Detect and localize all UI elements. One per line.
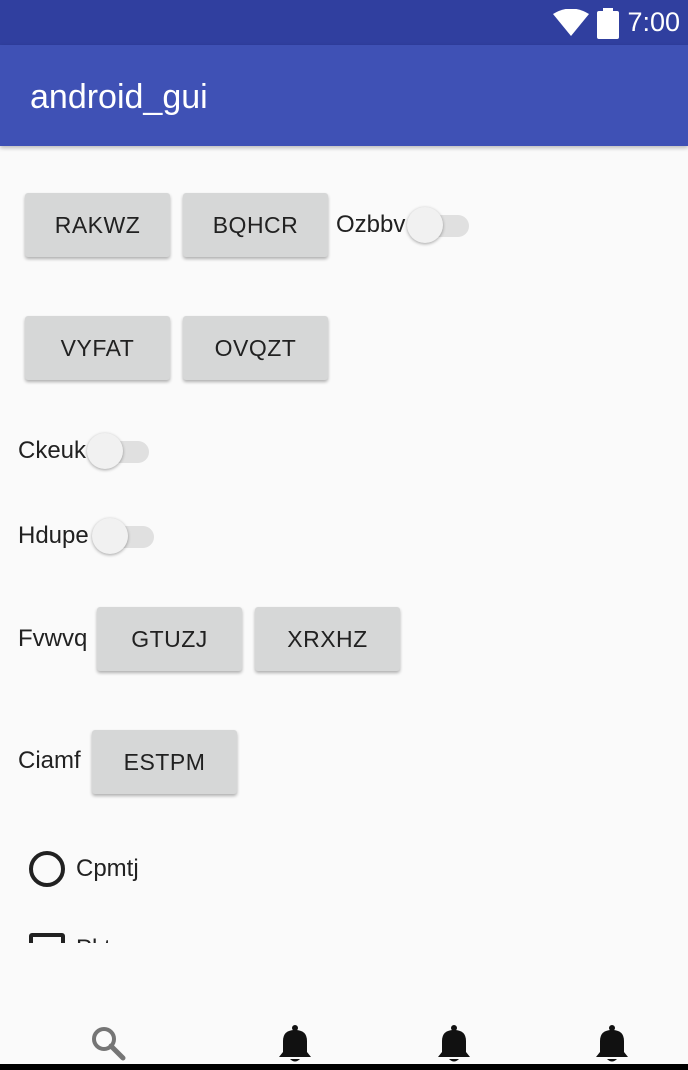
button-vyfat[interactable]: VYFAT [25, 316, 170, 380]
switch-label-ckeuk: Ckeuk [18, 437, 87, 464]
checkbox-partial[interactable] [29, 933, 65, 943]
switch-label-hdupe: Hdupe [18, 522, 89, 549]
content-area: RAKWZ BQHCR Ozbbv VYFAT OVQZT Ckeuk Hdup… [0, 146, 688, 943]
button-estpm[interactable]: ESTPM [92, 730, 237, 794]
switch-ozbbv[interactable] [407, 205, 471, 245]
app-bar: android_gui [0, 45, 688, 146]
switch-label-ozbbv: Ozbbv [336, 211, 406, 238]
wifi-icon [553, 9, 589, 36]
bell-icon[interactable] [275, 1024, 315, 1064]
switch-thumb [407, 207, 443, 243]
bell-icon[interactable] [592, 1024, 632, 1064]
switch-ckeuk[interactable] [87, 431, 151, 471]
radio-label-cpmtj: Cpmtj [76, 855, 139, 882]
button-ovqzt[interactable]: OVQZT [183, 316, 328, 380]
label-ciamf: Ciamf [18, 747, 81, 774]
radio-cpmtj[interactable] [29, 851, 65, 887]
switch-thumb [92, 518, 128, 554]
app-title: android_gui [30, 78, 208, 116]
switch-hdupe[interactable] [92, 516, 156, 556]
button-gtuzj[interactable]: GTUZJ [97, 607, 242, 671]
button-xrxhz[interactable]: XRXHZ [255, 607, 400, 671]
button-bqhcr[interactable]: BQHCR [183, 193, 328, 257]
battery-icon [597, 8, 619, 39]
status-bar: 7:00 [0, 0, 688, 45]
button-rakwz[interactable]: RAKWZ [25, 193, 170, 257]
status-time: 7:00 [627, 7, 680, 37]
system-nav-bar [0, 1064, 688, 1070]
bell-icon[interactable] [434, 1024, 474, 1064]
bottom-navigation [0, 1010, 688, 1070]
search-icon[interactable] [88, 1024, 128, 1064]
checkbox-label-partial: Pktq [76, 934, 124, 943]
checkbox-box [29, 933, 65, 943]
label-fvwvq: Fvwvq [18, 625, 88, 652]
switch-thumb [87, 433, 123, 469]
